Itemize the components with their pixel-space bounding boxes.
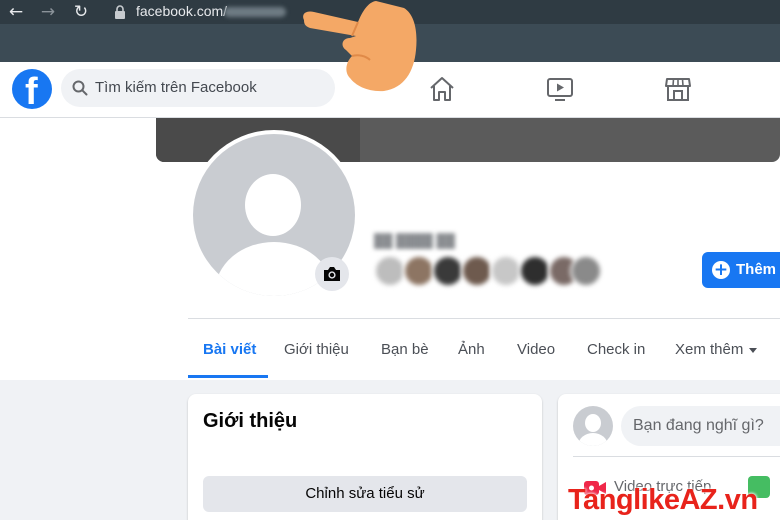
search-input[interactable]: Tìm kiếm trên Facebook	[95, 79, 257, 96]
avatar-head	[245, 174, 301, 236]
composer-divider	[573, 456, 780, 457]
composer-input[interactable]: Bạn đang nghĩ gì?	[621, 406, 780, 446]
url-text[interactable]: facebook.com/	[136, 3, 227, 19]
tab-friends[interactable]: Bạn bè	[381, 341, 429, 358]
intro-title: Giới thiệu	[203, 410, 298, 432]
composer-avatar[interactable]	[573, 406, 613, 446]
pointing-hand-icon	[303, 1, 417, 92]
search-box[interactable]: Tìm kiếm trên Facebook	[61, 69, 335, 107]
watch-icon[interactable]	[546, 75, 574, 103]
update-photo-button[interactable]	[315, 257, 349, 291]
edit-bio-button[interactable]: Chỉnh sửa tiểu sử	[203, 476, 527, 512]
friend-avatar[interactable]	[519, 255, 551, 287]
tab-photos[interactable]: Ảnh	[458, 341, 485, 358]
camera-icon	[324, 267, 340, 281]
back-icon[interactable]: ←	[6, 2, 26, 22]
forward-icon[interactable]: →	[38, 2, 58, 22]
add-friend-button[interactable]: + Thêm v	[702, 252, 780, 288]
home-icon[interactable]	[428, 75, 456, 103]
tab-about[interactable]: Giới thiệu	[284, 341, 349, 358]
friend-avatar[interactable]	[461, 255, 493, 287]
search-icon	[72, 80, 88, 96]
friend-avatar[interactable]	[403, 255, 435, 287]
tab-check-ins[interactable]: Check in	[587, 341, 645, 358]
add-friend-label: Thêm v	[736, 261, 780, 278]
tab-posts[interactable]: Bài viết	[203, 341, 256, 358]
friend-avatar[interactable]	[490, 255, 522, 287]
friend-avatar[interactable]	[570, 255, 602, 287]
friend-avatar[interactable]	[374, 255, 406, 287]
plus-icon: +	[712, 260, 730, 280]
friend-avatar[interactable]	[432, 255, 464, 287]
facebook-logo[interactable]: f	[12, 69, 52, 113]
reload-icon[interactable]: ↻	[71, 2, 91, 22]
tab-videos[interactable]: Video	[517, 341, 555, 358]
active-tab-indicator	[188, 375, 268, 378]
profile-tabs: Bài viết Giới thiệu Bạn bè Ảnh Video Che…	[188, 319, 780, 379]
intro-card: Giới thiệu Chỉnh sửa tiểu sử	[188, 394, 542, 520]
url-blurred-path	[224, 7, 286, 17]
lock-icon	[115, 5, 125, 19]
caret-down-icon	[749, 347, 758, 353]
tab-more[interactable]: Xem thêm	[675, 341, 758, 358]
watermark: TanglikeAZ.vn	[568, 484, 758, 516]
friends-count-blurred: ██ ████ ██	[374, 233, 455, 248]
marketplace-icon[interactable]	[664, 75, 692, 103]
